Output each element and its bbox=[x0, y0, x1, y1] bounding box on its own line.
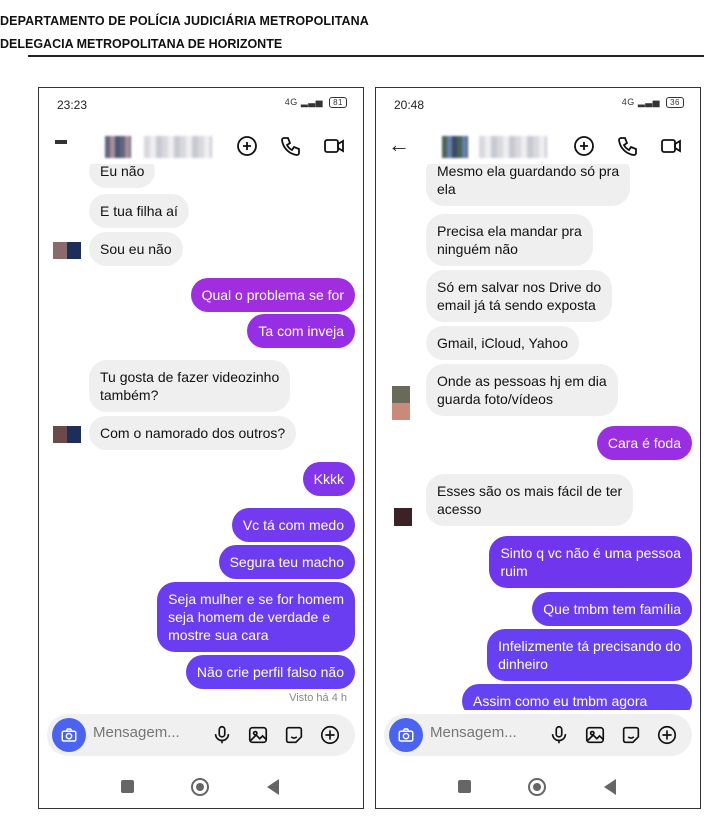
message-composer bbox=[47, 714, 355, 756]
message-outgoing: Sinto q vc não é uma pessoa ruim bbox=[489, 536, 692, 588]
message-incoming: Gmail, iCloud, Yahoo bbox=[426, 326, 579, 360]
signal-icon: ▂▃▅ bbox=[300, 97, 324, 107]
contact-name-blurred[interactable] bbox=[144, 136, 212, 158]
message-outgoing: Seja mulher e se for homem seja homem de… bbox=[157, 582, 355, 652]
sticker-icon[interactable] bbox=[620, 724, 642, 746]
message-outgoing: Assim como eu tmbm agora bbox=[462, 684, 692, 710]
sender-avatar-blurred bbox=[394, 508, 412, 526]
status-bar: 23:23 4G ▂▃▅ 81 bbox=[57, 96, 347, 112]
camera-icon bbox=[398, 728, 414, 742]
status-time: 23:23 bbox=[57, 98, 88, 112]
status-time: 20:48 bbox=[394, 98, 425, 112]
message-outgoing: Qual o problema se for bbox=[190, 278, 355, 312]
message-outgoing: Kkkk bbox=[302, 462, 355, 496]
message-incoming: E tua filha aí bbox=[89, 194, 189, 228]
contact-avatar-blurred[interactable] bbox=[105, 136, 131, 158]
chat-header bbox=[39, 130, 363, 162]
sender-avatar-blurred bbox=[53, 426, 81, 443]
contact-avatar-blurred[interactable] bbox=[442, 136, 468, 158]
network-label: 4G bbox=[621, 97, 635, 107]
status-icons: 4G ▂▃▅ 36 bbox=[622, 97, 684, 108]
chat-header: ← bbox=[376, 130, 700, 162]
home-button[interactable] bbox=[528, 778, 546, 796]
message-incoming: Só em salvar nos Drive do email já tá se… bbox=[426, 270, 613, 322]
sticker-icon[interactable] bbox=[283, 724, 305, 746]
battery-icon: 36 bbox=[666, 97, 684, 108]
status-bar: 20:48 4G ▂▃▅ 36 bbox=[394, 96, 684, 112]
message-outgoing: Não crie perfil falso não bbox=[185, 655, 355, 689]
seen-status: Visto há 4 h bbox=[289, 692, 347, 704]
status-icons: 4G ▂▃▅ 81 bbox=[285, 97, 347, 108]
recents-button[interactable] bbox=[121, 780, 134, 793]
left-phone-screenshot: 23:23 4G ▂▃▅ 81 Eu não E tua filha aí So… bbox=[38, 87, 364, 809]
back-button[interactable] bbox=[267, 779, 279, 795]
message-outgoing: Ta com inveja bbox=[247, 314, 355, 348]
android-nav-bar bbox=[376, 778, 700, 802]
back-button[interactable] bbox=[604, 779, 616, 795]
message-incoming: Tu gosta de fazer videozinho também? bbox=[89, 360, 291, 412]
contact-name-blurred[interactable] bbox=[479, 136, 547, 158]
document-title-delegacia: DELEGACIA METROPOLITANA DE HORIZONTE bbox=[0, 37, 283, 51]
recents-button[interactable] bbox=[458, 780, 471, 793]
header-divider bbox=[28, 55, 704, 57]
add-participant-icon[interactable] bbox=[572, 134, 596, 158]
sender-avatar-blurred bbox=[53, 242, 81, 259]
video-call-icon[interactable] bbox=[322, 134, 346, 158]
message-outgoing: Cara é foda bbox=[596, 426, 692, 460]
camera-button[interactable] bbox=[52, 718, 86, 752]
sender-avatar-blurred bbox=[392, 386, 410, 420]
camera-button[interactable] bbox=[389, 718, 423, 752]
video-call-icon[interactable] bbox=[659, 134, 683, 158]
message-incoming: Mesmo ela guardando só pra ela bbox=[426, 164, 631, 206]
message-outgoing: Vc tá com medo bbox=[231, 508, 355, 542]
right-phone-screenshot: 20:48 4G ▂▃▅ 36 ← Mesmo ela guardando só… bbox=[375, 87, 701, 809]
signal-icon: ▂▃▅ bbox=[637, 97, 661, 107]
back-icon[interactable] bbox=[55, 140, 67, 144]
message-outgoing: Infelizmente tá precisando do dinheiro bbox=[487, 629, 692, 681]
back-arrow-icon[interactable]: ← bbox=[388, 132, 410, 158]
add-participant-icon[interactable] bbox=[235, 134, 259, 158]
message-input[interactable] bbox=[93, 724, 203, 741]
message-incoming: Eu não bbox=[89, 164, 156, 188]
message-list[interactable]: Mesmo ela guardando só pra ela Precisa e… bbox=[376, 164, 700, 710]
message-outgoing: Que tmbm tem família bbox=[532, 592, 692, 626]
add-icon[interactable] bbox=[656, 724, 678, 746]
message-outgoing: Segura teu macho bbox=[218, 545, 355, 579]
gallery-icon[interactable] bbox=[247, 724, 269, 746]
microphone-icon[interactable] bbox=[211, 724, 233, 746]
gallery-icon[interactable] bbox=[584, 724, 606, 746]
message-incoming: Com o namorado dos outros? bbox=[89, 416, 297, 450]
voice-call-icon[interactable] bbox=[616, 134, 640, 158]
voice-call-icon[interactable] bbox=[279, 134, 303, 158]
home-button[interactable] bbox=[191, 778, 209, 796]
camera-icon bbox=[61, 728, 77, 742]
network-label: 4G bbox=[284, 97, 298, 107]
battery-icon: 81 bbox=[329, 97, 347, 108]
add-icon[interactable] bbox=[319, 724, 341, 746]
message-list[interactable]: Eu não E tua filha aí Sou eu não Qual o … bbox=[39, 164, 363, 710]
android-nav-bar bbox=[39, 778, 363, 802]
message-incoming: Esses são os mais fácil de ter acesso bbox=[426, 474, 634, 526]
message-incoming: Onde as pessoas hj em dia guarda foto/ví… bbox=[426, 364, 618, 416]
document-title-department: DEPARTAMENTO DE POLÍCIA JUDICIÁRIA METRO… bbox=[0, 14, 369, 28]
message-incoming: Precisa ela mandar pra ninguém não bbox=[426, 214, 593, 266]
message-composer bbox=[384, 714, 692, 756]
microphone-icon[interactable] bbox=[548, 724, 570, 746]
message-incoming: Sou eu não bbox=[89, 232, 183, 266]
message-input[interactable] bbox=[430, 724, 540, 741]
